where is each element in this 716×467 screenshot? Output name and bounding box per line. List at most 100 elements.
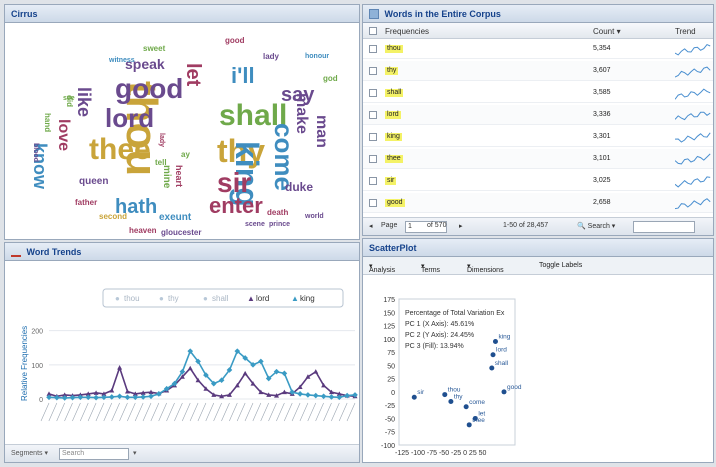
scatter-point[interactable] [448, 398, 454, 404]
cloud-word[interactable]: lord [105, 105, 154, 131]
terms-menu[interactable]: Terms ▾ [421, 262, 440, 274]
cloud-word[interactable]: queen [79, 177, 108, 187]
cloud-word[interactable]: death [267, 209, 288, 217]
cloud-word[interactable]: good [225, 37, 245, 45]
cloud-word[interactable]: exeunt [159, 213, 191, 223]
column-count[interactable]: Count ▾ [593, 27, 621, 36]
cloud-word[interactable]: good [115, 75, 183, 103]
scatter-point[interactable] [472, 415, 478, 421]
table-row[interactable]: thee 3,101 [363, 149, 713, 169]
data-point[interactable] [313, 369, 319, 374]
legend-marker-icon[interactable]: ▲ [247, 294, 255, 303]
row-checkbox[interactable] [369, 133, 377, 141]
cloud-word[interactable]: duke [285, 181, 313, 193]
data-point[interactable] [305, 392, 311, 398]
row-checkbox[interactable] [369, 45, 377, 53]
cloud-word[interactable]: heart [174, 165, 184, 187]
table-row[interactable]: king 3,301 [363, 127, 713, 147]
data-point[interactable] [187, 365, 193, 371]
row-checkbox[interactable] [369, 111, 377, 119]
scatter-point[interactable] [501, 389, 507, 395]
data-point[interactable] [117, 365, 123, 370]
scatter-point[interactable] [489, 365, 495, 371]
cloud-word[interactable]: father [75, 199, 97, 207]
cloud-word[interactable]: sweet [143, 45, 165, 53]
data-point[interactable] [320, 393, 327, 400]
search-button[interactable]: 🔍 Search ▾ [577, 222, 615, 230]
scatter-point[interactable] [490, 352, 496, 358]
legend-marker-icon[interactable]: ▲ [291, 294, 299, 303]
cloud-word[interactable]: love [55, 119, 72, 151]
table-row[interactable]: thou 5,354 [363, 39, 713, 59]
cloud-word[interactable]: world [305, 213, 324, 220]
search-dropdown-icon[interactable]: ▾ [133, 449, 137, 457]
data-point[interactable] [312, 392, 319, 399]
cloud-word[interactable]: let [182, 63, 204, 86]
legend-item[interactable]: thou [124, 294, 140, 303]
table-row[interactable]: sir 3,025 [363, 171, 713, 191]
data-point[interactable] [109, 387, 115, 393]
dimensions-menu[interactable]: Dimensions ▾ [467, 262, 504, 274]
cloud-word[interactable]: god [323, 75, 338, 83]
cloud-word[interactable]: hand [43, 113, 52, 132]
scatter-point[interactable] [463, 404, 469, 410]
data-point[interactable] [281, 370, 288, 377]
legend-item[interactable]: lord [256, 294, 269, 303]
data-point[interactable] [258, 358, 264, 365]
analysis-menu[interactable]: Analysis ▾ [369, 262, 395, 274]
first-page-icon[interactable]: ◂ [369, 222, 373, 230]
cloud-word[interactable]: tell [155, 159, 167, 167]
trends-search-input[interactable]: Search [59, 448, 129, 460]
row-checkbox[interactable] [369, 199, 377, 207]
cloud-word[interactable]: like [74, 87, 94, 117]
legend-marker-icon[interactable]: ● [115, 294, 120, 303]
legend-item[interactable]: shall [212, 294, 229, 303]
column-frequencies[interactable]: Frequencies [385, 27, 429, 36]
legend-item[interactable]: king [300, 294, 315, 303]
toggle-labels-button[interactable]: Toggle Labels [539, 262, 582, 269]
data-point[interactable] [148, 393, 154, 400]
data-point[interactable] [242, 370, 248, 376]
row-checkbox[interactable] [369, 89, 377, 97]
cloud-word[interactable]: mine [161, 165, 172, 188]
data-point[interactable] [116, 393, 123, 400]
row-checkbox[interactable] [369, 177, 377, 185]
cloud-word[interactable]: enter [209, 195, 263, 217]
cloud-word[interactable]: lady [158, 133, 165, 147]
table-row[interactable]: thy 3,607 [363, 61, 713, 81]
cloud-word[interactable]: ay [181, 151, 190, 159]
column-trend[interactable]: Trend [675, 27, 696, 36]
cloud-word[interactable]: honour [305, 53, 329, 60]
data-point[interactable] [297, 391, 303, 397]
next-page-icon[interactable]: ▸ [459, 222, 463, 230]
cloud-word[interactable]: second [99, 213, 127, 221]
row-checkbox[interactable] [369, 67, 377, 75]
search-input[interactable] [633, 221, 695, 233]
scatter-point[interactable] [466, 422, 472, 428]
scatter-point[interactable] [492, 338, 498, 344]
row-checkbox[interactable] [369, 155, 377, 163]
segments-button[interactable]: Segments ▾ [11, 449, 48, 457]
table-row[interactable]: lord 3,336 [363, 105, 713, 125]
table-row[interactable]: good 2,658 [363, 193, 713, 213]
data-point[interactable] [93, 394, 99, 401]
legend-marker-icon[interactable]: ● [159, 294, 164, 303]
cloud-word[interactable]: gloucester [161, 229, 201, 237]
legend-item[interactable]: thy [168, 294, 179, 303]
cloud-word[interactable]: prince [269, 221, 290, 228]
cloud-word[interactable]: see [63, 95, 75, 102]
cloud-word[interactable]: scene [245, 221, 265, 228]
cloud-word[interactable]: man [313, 115, 330, 148]
cloud-word[interactable]: lady [263, 53, 279, 61]
cloud-word[interactable]: make [293, 93, 310, 134]
legend-marker-icon[interactable]: ● [203, 294, 208, 303]
scatter-point[interactable] [442, 392, 448, 398]
scatter-point[interactable] [411, 394, 417, 400]
table-row[interactable]: shall 3,585 [363, 83, 713, 103]
cloud-word[interactable]: i'll [231, 65, 255, 87]
cloud-word[interactable]: witness [109, 57, 135, 64]
cloud-word[interactable]: blood [32, 143, 39, 162]
cloud-word[interactable]: heaven [129, 227, 157, 235]
select-all-checkbox[interactable] [369, 27, 377, 35]
cloud-word[interactable]: thee [89, 135, 151, 165]
